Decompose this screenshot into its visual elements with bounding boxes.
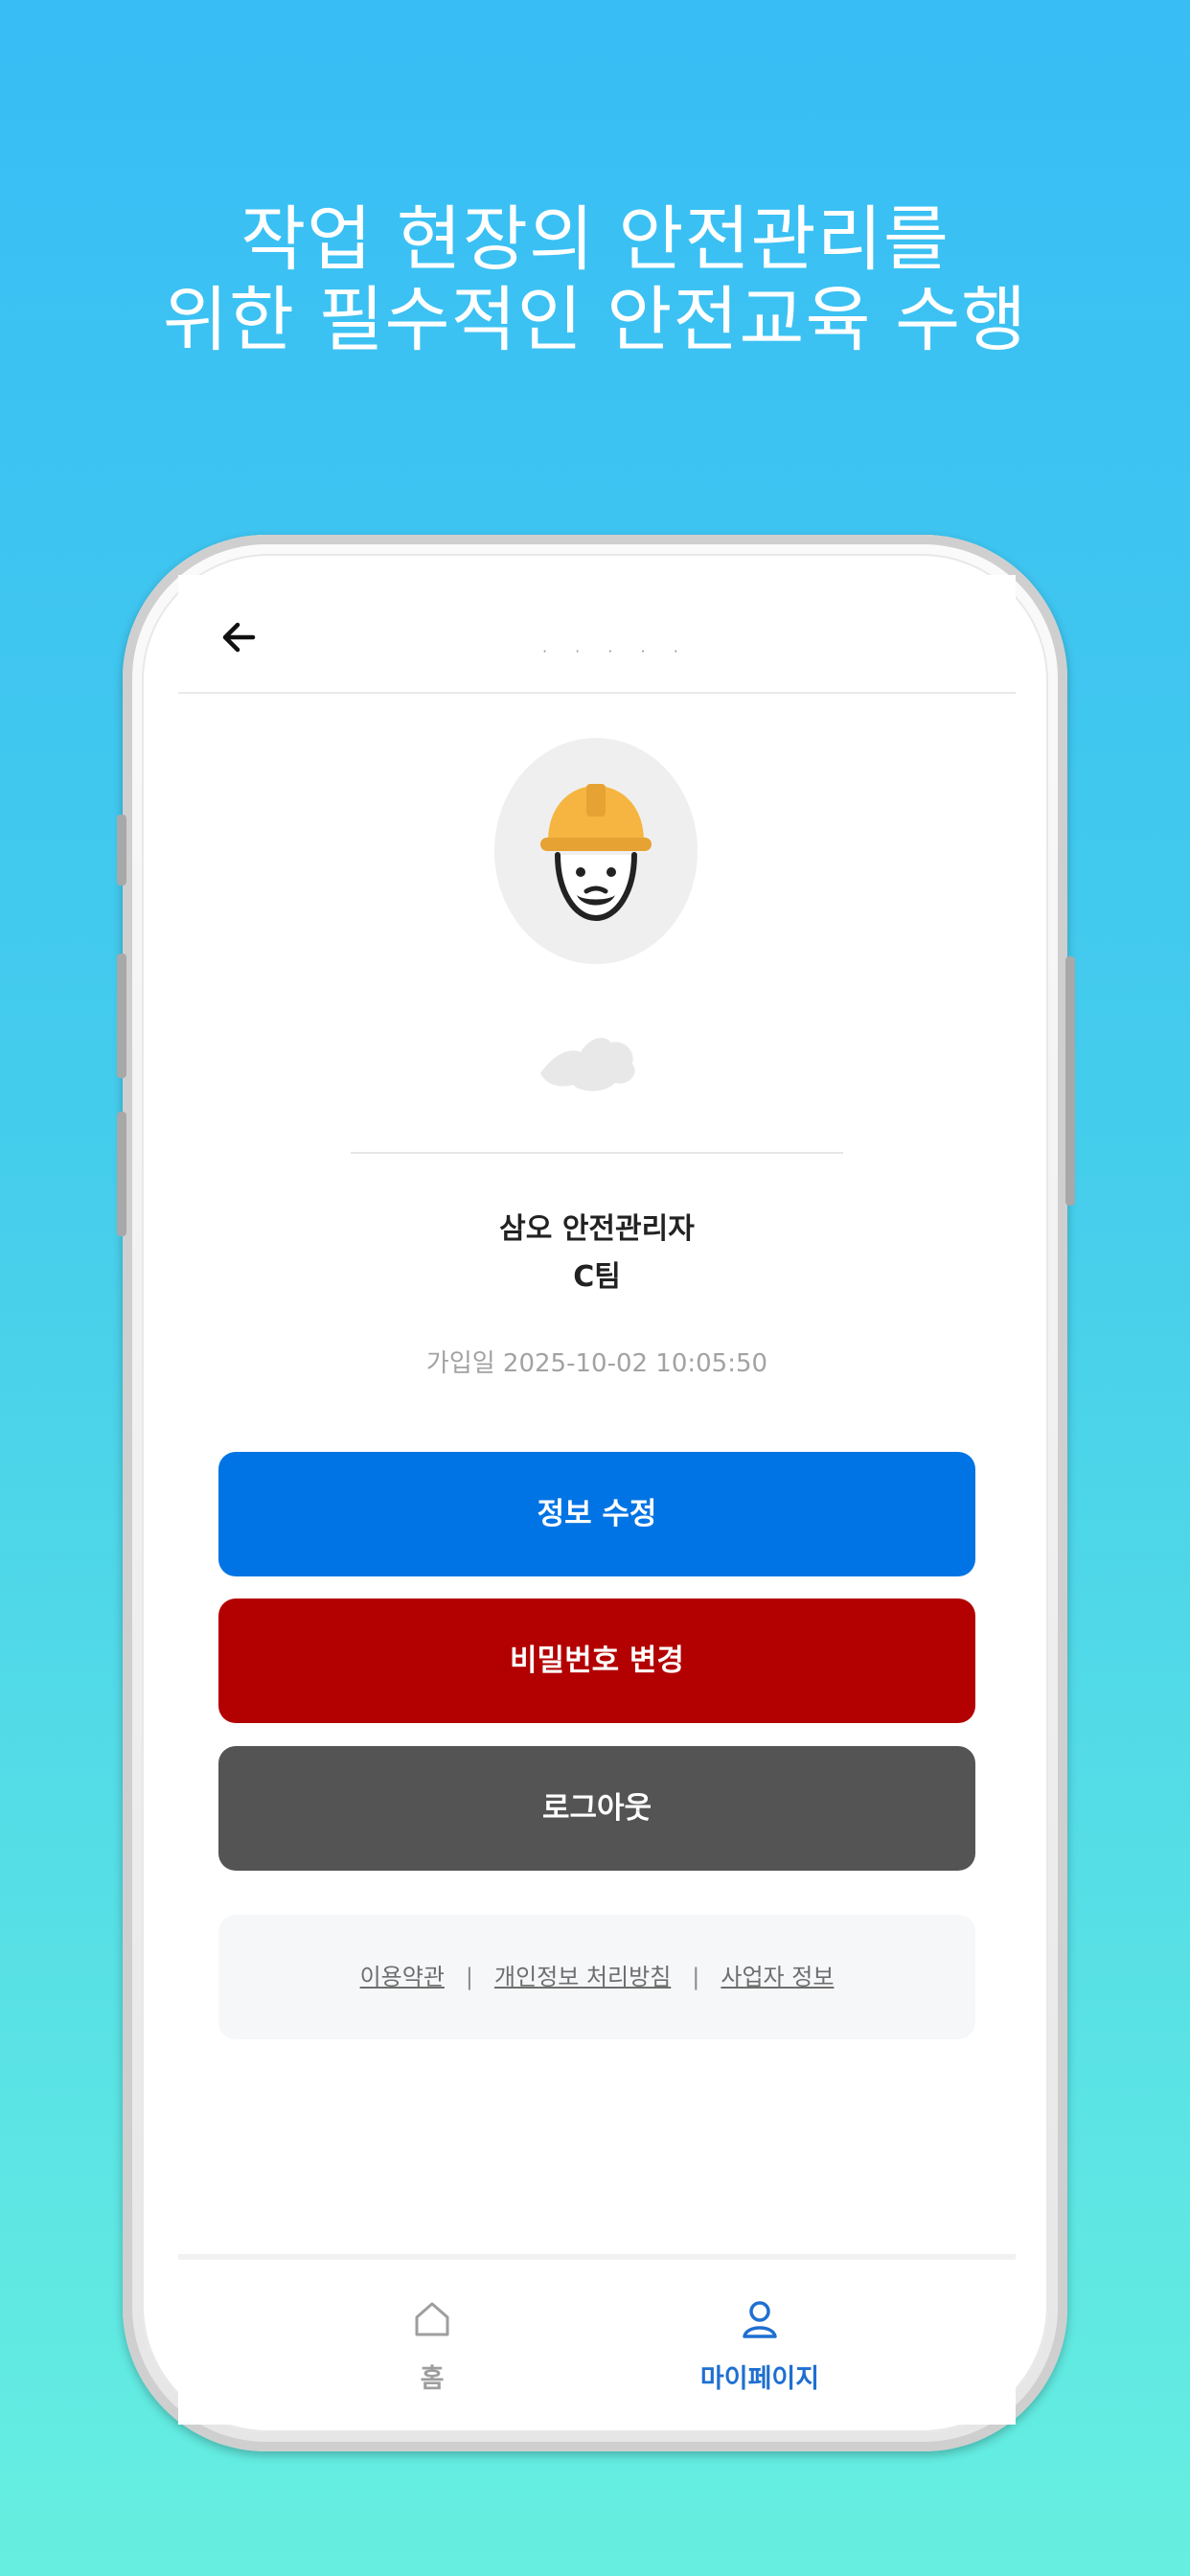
top-bar: · · · · · xyxy=(178,575,1016,694)
privacy-policy-link[interactable]: 개인정보 처리방침 xyxy=(494,1964,671,1990)
tab-home[interactable]: 홈 xyxy=(336,2260,528,2423)
bottom-tab-bar: 홈 마이페이지 xyxy=(178,2254,1016,2425)
phone-side-button-1 xyxy=(117,815,126,886)
back-button[interactable] xyxy=(215,613,263,661)
avatar xyxy=(494,738,698,964)
footer-links: 이용약관 | 개인정보 처리방침 | 사업자 정보 xyxy=(218,1915,975,2039)
user-team: C팀 xyxy=(573,1260,621,1294)
top-bar-title: · · · · · xyxy=(542,642,690,660)
link-separator: | xyxy=(465,1964,473,1990)
headline-line-2: 위한 필수적인 안전교육 수행 xyxy=(162,279,1028,361)
app-screen: · · · · · 삼오 안전관리자 C팀 가입일 2025-10-02 10:… xyxy=(178,575,1016,2425)
change-password-button[interactable]: 비밀번호 변경 xyxy=(218,1598,975,1723)
phone-side-button-3 xyxy=(117,1112,126,1236)
link-separator: | xyxy=(692,1964,700,1990)
join-date: 가입일 2025-10-02 10:05:50 xyxy=(425,1349,768,1378)
headline-line-1: 작업 현장의 안전관리를 xyxy=(240,198,950,281)
arrow-left-icon xyxy=(222,622,256,653)
home-icon xyxy=(415,2302,449,2336)
worker-hardhat-icon xyxy=(540,784,652,922)
phone-power-button xyxy=(1065,956,1075,1206)
tab-mypage[interactable]: 마이페이지 xyxy=(664,2260,856,2423)
business-info-link[interactable]: 사업자 정보 xyxy=(721,1964,834,1990)
signature-image xyxy=(533,1018,648,1104)
user-name: 삼오 안전관리자 xyxy=(499,1212,695,1246)
profile-divider xyxy=(351,1152,843,1154)
tab-mypage-label: 마이페이지 xyxy=(699,2364,820,2394)
phone-side-button-2 xyxy=(117,954,126,1078)
person-icon xyxy=(743,2301,777,2338)
edit-info-button[interactable]: 정보 수정 xyxy=(218,1452,975,1576)
terms-link[interactable]: 이용약관 xyxy=(360,1964,445,1990)
promo-headline: 작업 현장의 안전관리를 위한 필수적인 안전교육 수행 xyxy=(0,199,1190,360)
logout-button[interactable]: 로그아웃 xyxy=(218,1746,975,1871)
tab-home-label: 홈 xyxy=(420,2364,445,2394)
